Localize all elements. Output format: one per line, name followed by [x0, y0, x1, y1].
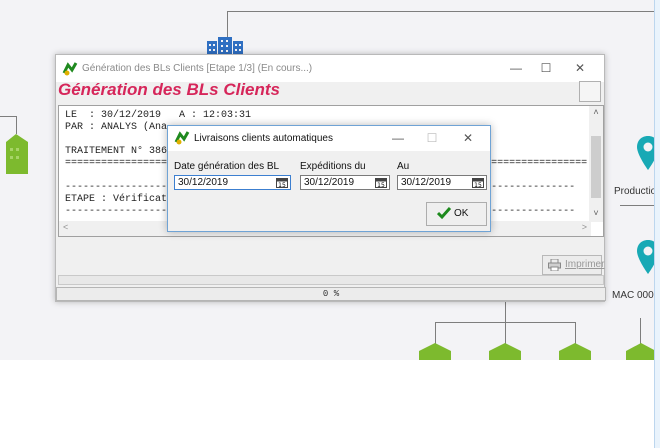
svg-text:15: 15	[278, 182, 286, 188]
scroll-up-arrow-icon[interactable]: ˄	[589, 107, 603, 117]
warehouse-box-icon	[419, 343, 451, 360]
window-titlebar[interactable]: Génération des BLs Clients [Etape 1/3] (…	[56, 55, 604, 82]
connector-line	[227, 11, 660, 12]
app-logo-icon	[174, 131, 190, 145]
node-label-mac: MAC 0002	[612, 290, 660, 301]
au-value: 30/12/2019	[401, 177, 452, 188]
connector-line	[227, 11, 228, 39]
dialog-titlebar[interactable]: Livraisons clients automatiques — ☐ ✕	[168, 126, 490, 151]
svg-text:15: 15	[474, 182, 482, 188]
connector-line	[640, 318, 641, 344]
scroll-thumb[interactable]	[591, 136, 601, 198]
progress-percent: 0 %	[322, 289, 340, 299]
date-generation-value: 30/12/2019	[178, 177, 229, 188]
close-button[interactable]: ✕	[566, 59, 594, 77]
ok-button-label: OK	[454, 208, 469, 219]
warehouse-box-icon	[559, 343, 591, 360]
connector-line	[16, 116, 17, 134]
checkmark-icon	[437, 207, 451, 220]
minimize-button[interactable]: —	[502, 59, 530, 77]
calendar-icon[interactable]: 15	[375, 177, 387, 188]
dialog-title: Livraisons clients automatiques	[194, 133, 333, 144]
au-field[interactable]: 30/12/2019 15	[397, 175, 487, 190]
dialog-close-button[interactable]: ✕	[454, 129, 482, 147]
connector-line	[0, 116, 16, 117]
desktop-canvas: Production MAC 0002 Génération des BLs C…	[0, 0, 660, 448]
expeditions-du-value: 30/12/2019	[304, 177, 355, 188]
dialog-minimize-button[interactable]: —	[384, 129, 412, 147]
vertical-scrollbar[interactable]: ˄ ˅	[589, 106, 603, 222]
dialog-maximize-button[interactable]: ☐	[418, 129, 446, 147]
connector-line	[505, 322, 506, 344]
expeditions-du-field[interactable]: 30/12/2019 15	[300, 175, 390, 190]
maximize-button[interactable]: ☐	[532, 59, 560, 77]
step-progress-bar	[58, 275, 604, 285]
date-generation-field[interactable]: 30/12/2019 15	[174, 175, 291, 190]
warehouse-box-icon	[489, 343, 521, 360]
connector-line	[575, 322, 576, 344]
main-progress-bar: 0 %	[56, 287, 606, 301]
svg-text:15: 15	[377, 182, 385, 188]
warehouse-box-icon	[626, 343, 656, 360]
connector-line	[505, 302, 506, 322]
print-button-label: Imprimer	[565, 259, 605, 270]
ok-button[interactable]: OK	[426, 202, 487, 226]
scroll-left-arrow-icon[interactable]: <	[63, 222, 68, 232]
app-logo-icon	[62, 62, 78, 76]
scroll-right-arrow-icon[interactable]: >	[582, 222, 587, 232]
scroll-down-arrow-icon[interactable]: ˅	[589, 208, 603, 218]
calendar-icon[interactable]: 15	[276, 177, 288, 188]
printer-icon	[548, 259, 561, 271]
warehouse-box-icon	[6, 134, 28, 174]
page-title: Génération des BLs Clients	[58, 80, 280, 99]
livraisons-dialog: Livraisons clients automatiques — ☐ ✕ Da…	[167, 125, 491, 232]
print-button[interactable]: Imprimer	[542, 255, 605, 275]
window-title: Génération des BLs Clients [Etape 1/3] (…	[82, 63, 313, 74]
date-generation-label: Date génération des BL	[174, 161, 280, 172]
expeditions-du-label: Expéditions du	[300, 161, 366, 172]
calendar-icon[interactable]: 15	[472, 177, 484, 188]
right-edge-panel	[654, 0, 660, 448]
connector-line	[435, 322, 436, 344]
heading-side-button[interactable]	[579, 81, 601, 102]
au-label: Au	[397, 161, 410, 172]
